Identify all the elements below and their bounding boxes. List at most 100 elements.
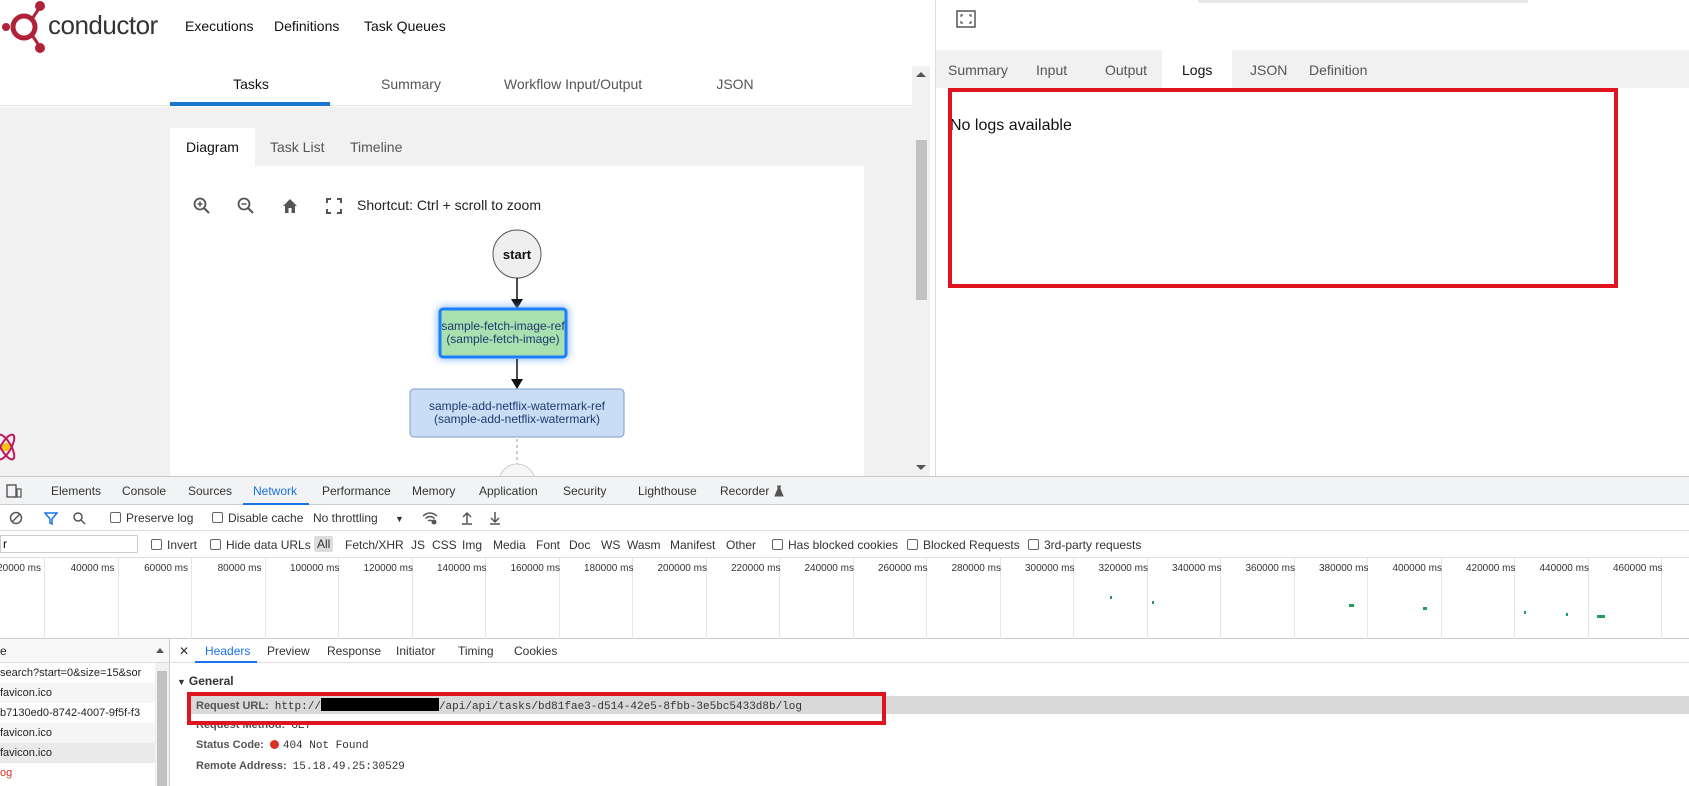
device-toolbar-icon[interactable] xyxy=(6,483,22,499)
tab-security[interactable]: Security xyxy=(563,484,606,498)
checkbox-box[interactable] xyxy=(1028,539,1039,550)
checkbox-box[interactable] xyxy=(110,512,121,523)
tab-cookies[interactable]: Cookies xyxy=(514,644,557,658)
blocked-requests-checkbox[interactable]: Blocked Requests xyxy=(907,538,1020,552)
left-pane-scrollbar[interactable] xyxy=(912,66,930,476)
network-overview-timeline[interactable]: 20000 ms 40000 ms 60000 ms 80000 ms 100000 m… xyxy=(0,558,1689,639)
expand-icon[interactable] xyxy=(956,10,976,28)
tab-task-summary[interactable]: Summary xyxy=(936,50,1020,88)
task-node-add-watermark-type: (sample-add-netflix-watermark) xyxy=(434,412,600,426)
scroll-up-arrow-icon[interactable] xyxy=(916,72,926,77)
tab-tasks[interactable]: Tasks xyxy=(171,76,331,92)
hide-data-urls-checkbox[interactable]: Hide data URLs xyxy=(210,538,311,552)
tab-recorder[interactable]: Recorder xyxy=(720,484,769,498)
remote-address-row: Remote Address: 15.18.49.25:30529 xyxy=(196,760,405,773)
has-blocked-cookies-checkbox[interactable]: Has blocked cookies xyxy=(772,538,898,552)
tab-network[interactable]: Network xyxy=(253,484,297,498)
conductor-logo[interactable]: conductor xyxy=(0,0,158,54)
network-conditions-icon[interactable] xyxy=(422,511,438,525)
tab-task-output[interactable]: Output xyxy=(1093,50,1159,88)
remote-address-value: 15.18.49.25:30529 xyxy=(292,761,405,773)
timeline-tick-label: 300000 ms xyxy=(1025,563,1075,574)
request-list-scrollbar[interactable] xyxy=(155,663,169,786)
nav-definitions[interactable]: Definitions xyxy=(274,18,339,34)
tab-headers[interactable]: Headers xyxy=(205,644,250,658)
tab-preview[interactable]: Preview xyxy=(267,644,310,658)
tab-elements[interactable]: Elements xyxy=(51,484,101,498)
type-filter-css[interactable]: CSS xyxy=(432,538,457,552)
diagram-panel[interactable]: Shortcut: Ctrl + scroll to zoom start sa… xyxy=(170,166,864,476)
type-filter-wasm[interactable]: Wasm xyxy=(627,538,661,552)
request-row[interactable]: b7130ed0-8742-4007-9f5f-f3 xyxy=(0,703,155,723)
checkbox-box[interactable] xyxy=(907,539,918,550)
timeline-tick-label: 260000 ms xyxy=(878,563,928,574)
type-filter-font[interactable]: Font xyxy=(536,538,560,552)
request-row-selected[interactable]: og xyxy=(0,763,155,783)
tab-timeline[interactable]: Timeline xyxy=(334,128,418,166)
request-row[interactable]: search?start=0&size=15&sor xyxy=(0,663,155,683)
type-filter-img[interactable]: Img xyxy=(462,538,482,552)
general-section-toggle[interactable]: ▼ General xyxy=(177,674,234,688)
nav-executions[interactable]: Executions xyxy=(185,18,253,34)
scroll-thumb[interactable] xyxy=(157,671,167,786)
type-filter-ws[interactable]: WS xyxy=(601,538,620,552)
tab-task-logs[interactable]: Logs xyxy=(1162,50,1233,88)
timeline-tick-label: 180000 ms xyxy=(584,563,634,574)
tab-task-list[interactable]: Task List xyxy=(254,128,340,166)
import-har-icon[interactable] xyxy=(461,511,473,525)
tab-lighthouse[interactable]: Lighthouse xyxy=(638,484,697,498)
tab-initiator[interactable]: Initiator xyxy=(396,644,435,658)
clear-icon[interactable] xyxy=(9,511,23,525)
request-list-header[interactable]: e xyxy=(0,639,169,663)
preserve-log-checkbox[interactable]: Preserve log xyxy=(110,511,193,525)
tab-workflow-input-output[interactable]: Workflow Input/Output xyxy=(491,76,655,92)
react-devtools-icon[interactable] xyxy=(0,432,24,462)
tab-summary[interactable]: Summary xyxy=(331,76,491,92)
blocked-requests-label: Blocked Requests xyxy=(923,538,1020,552)
timeline-tick-label: 200000 ms xyxy=(657,563,707,574)
tab-sources[interactable]: Sources xyxy=(188,484,232,498)
tab-performance[interactable]: Performance xyxy=(322,484,391,498)
tab-task-definition[interactable]: Definition xyxy=(1297,50,1379,88)
filter-input[interactable] xyxy=(0,535,138,553)
type-filter-fetch-xhr[interactable]: Fetch/XHR xyxy=(345,538,404,552)
tab-task-json[interactable]: JSON xyxy=(1238,50,1299,88)
tab-timing[interactable]: Timing xyxy=(458,644,494,658)
tab-console[interactable]: Console xyxy=(122,484,166,498)
tab-json[interactable]: JSON xyxy=(655,76,815,92)
tab-task-input[interactable]: Input xyxy=(1024,50,1079,88)
checkbox-box[interactable] xyxy=(210,539,221,550)
tab-application[interactable]: Application xyxy=(479,484,538,498)
type-filter-js[interactable]: JS xyxy=(411,538,425,552)
type-filter-all[interactable]: All xyxy=(314,536,334,552)
disable-cache-checkbox[interactable]: Disable cache xyxy=(212,511,303,525)
search-icon[interactable] xyxy=(72,511,86,525)
task-node-fetch-image-type: (sample-fetch-image) xyxy=(446,332,559,346)
timeline-request-mark xyxy=(1349,604,1354,607)
request-row[interactable]: favicon.ico xyxy=(0,743,155,763)
checkbox-box[interactable] xyxy=(772,539,783,550)
close-icon[interactable]: ✕ xyxy=(179,644,189,658)
checkbox-box[interactable] xyxy=(151,539,162,550)
type-filter-other[interactable]: Other xyxy=(726,538,756,552)
request-row[interactable]: favicon.ico xyxy=(0,723,155,743)
type-filter-doc[interactable]: Doc xyxy=(569,538,590,552)
request-row[interactable]: favicon.ico xyxy=(0,683,155,703)
filter-icon[interactable] xyxy=(44,511,58,525)
third-party-checkbox[interactable]: 3rd-party requests xyxy=(1028,538,1141,552)
invert-checkbox[interactable]: Invert xyxy=(151,538,197,552)
nav-task-queues[interactable]: Task Queues xyxy=(364,18,446,34)
scroll-thumb[interactable] xyxy=(916,140,927,300)
scroll-down-arrow-icon[interactable] xyxy=(916,465,926,470)
checkbox-box[interactable] xyxy=(212,512,223,523)
tab-diagram[interactable]: Diagram xyxy=(170,128,255,166)
chevron-down-icon: ▼ xyxy=(395,514,404,524)
tab-response[interactable]: Response xyxy=(327,644,381,658)
headers-tab-indicator xyxy=(195,661,257,663)
type-filter-media[interactable]: Media xyxy=(493,538,526,552)
timeline-tick-label: 320000 ms xyxy=(1098,563,1148,574)
type-filter-manifest[interactable]: Manifest xyxy=(670,538,715,552)
throttling-select[interactable]: No throttling ▼ xyxy=(313,511,404,525)
tab-memory[interactable]: Memory xyxy=(412,484,455,498)
export-har-icon[interactable] xyxy=(489,511,501,525)
